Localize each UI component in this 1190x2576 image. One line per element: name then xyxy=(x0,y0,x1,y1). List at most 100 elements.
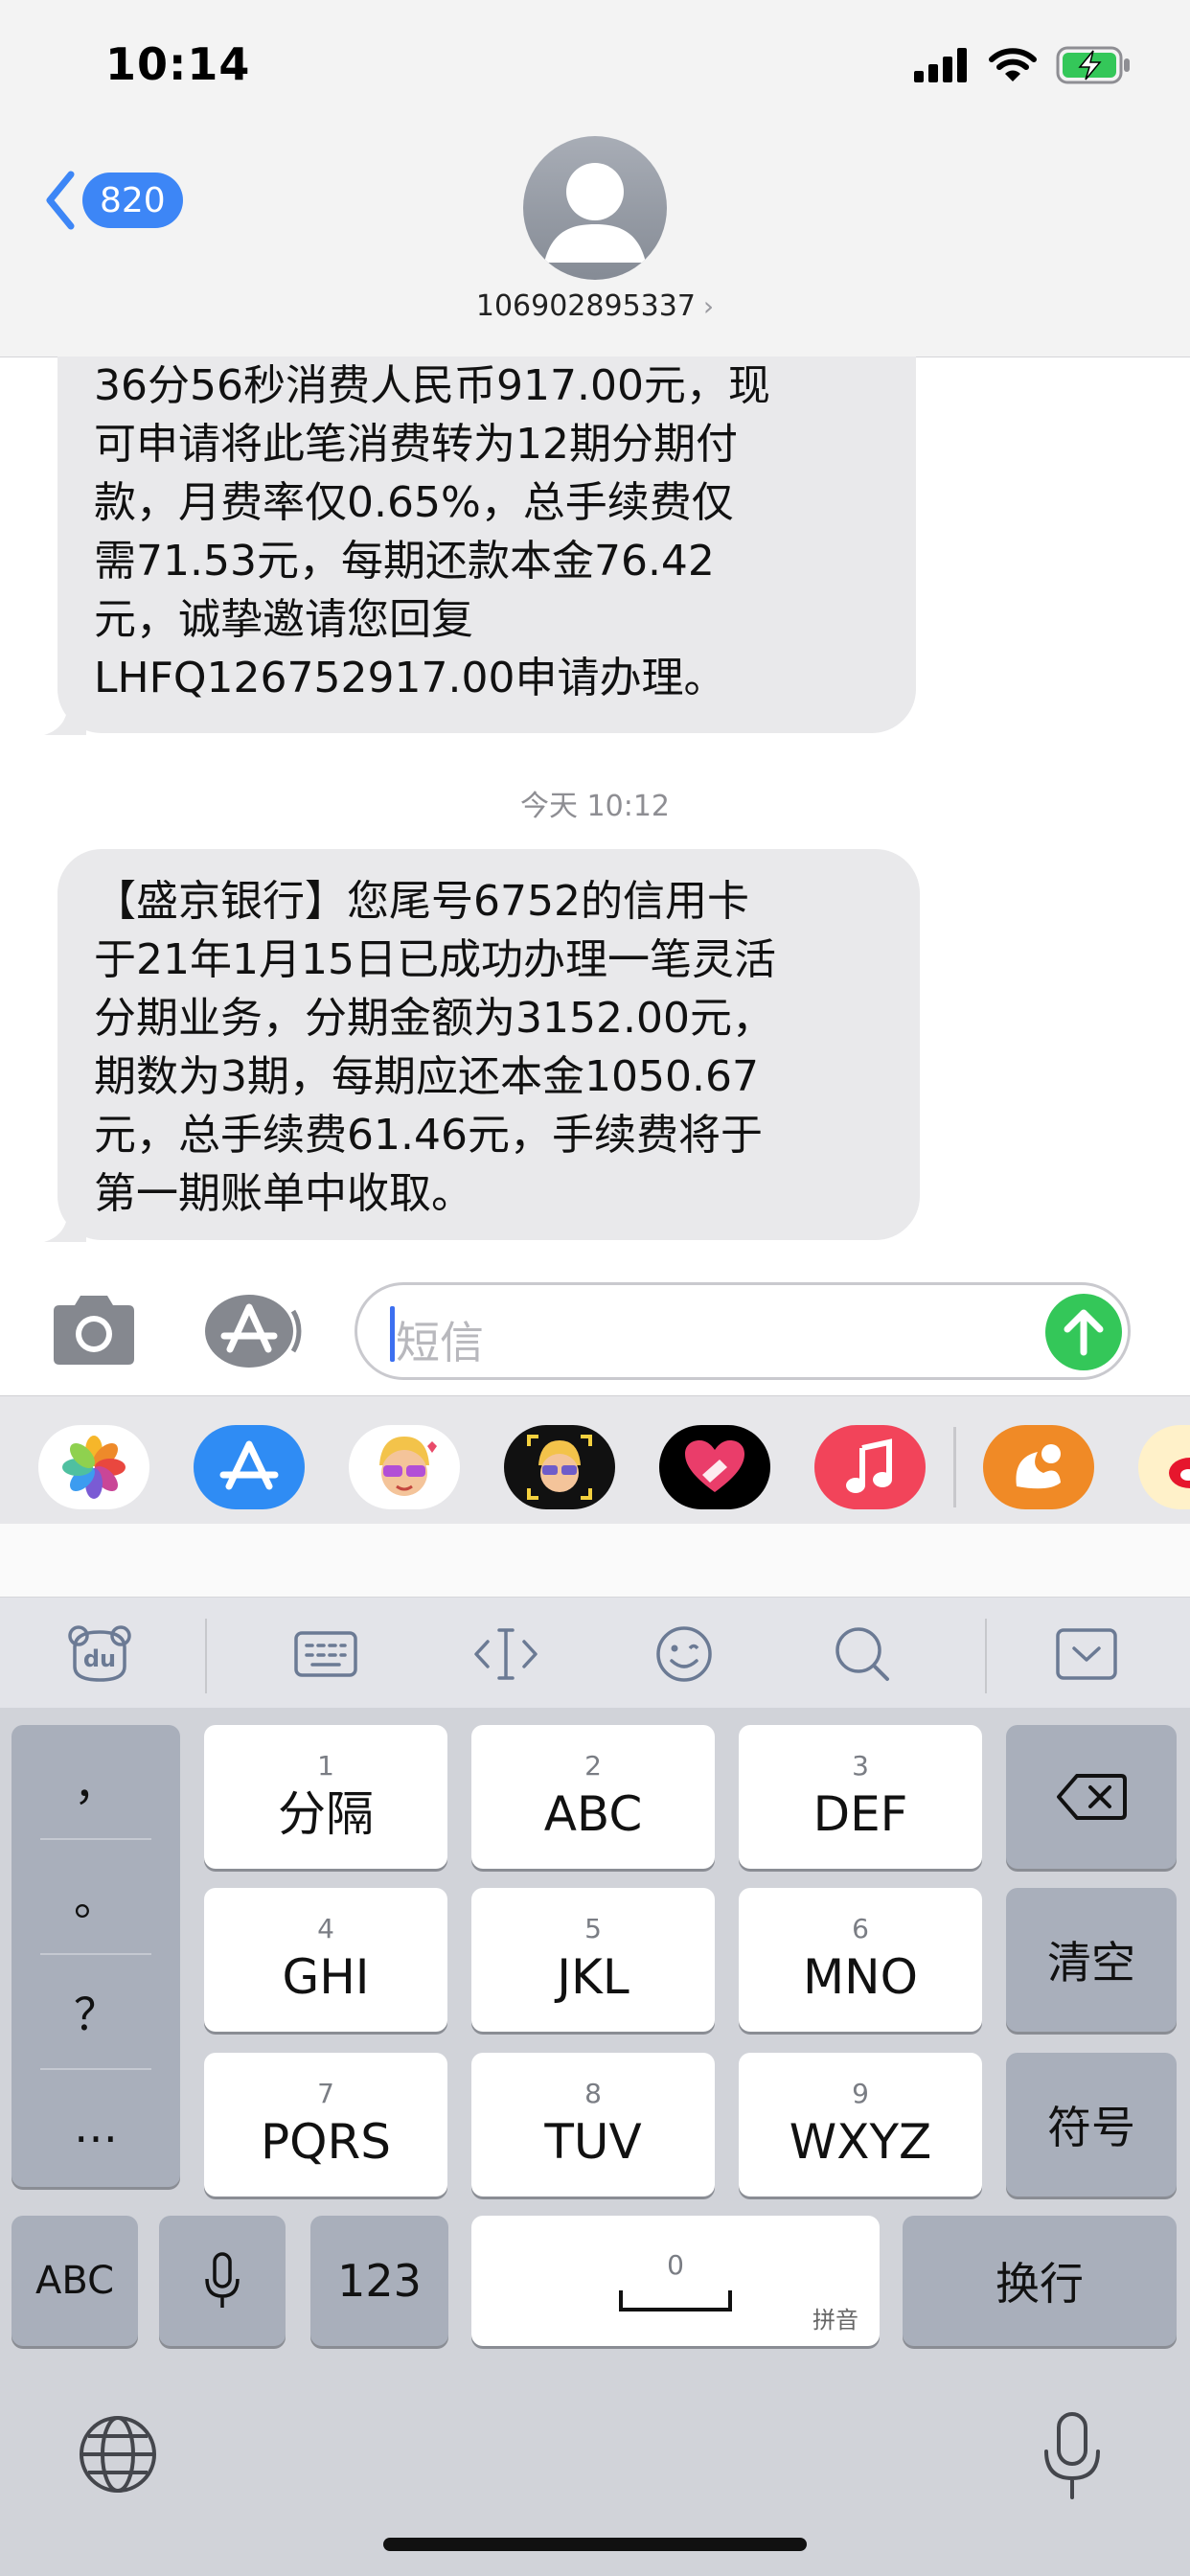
key-number: 3 xyxy=(852,1750,869,1782)
arrow-up-icon xyxy=(1064,1309,1104,1356)
send-button[interactable] xyxy=(1045,1294,1122,1370)
key-7-pqrs[interactable]: 7 PQRS xyxy=(204,2053,447,2196)
wifi-icon xyxy=(989,48,1037,81)
svg-text:du: du xyxy=(83,1645,116,1672)
message-bubble[interactable]: 【盛京银行】您尾号6752的信用卡 于21年1月15日已成功办理一笔灵活 分期业… xyxy=(44,849,920,1242)
period-key[interactable]: 。 xyxy=(11,1840,180,1953)
chevron-left-icon xyxy=(46,171,75,230)
digital-touch-icon[interactable] xyxy=(659,1425,770,1509)
key-label: MNO xyxy=(803,1949,918,2005)
back-button[interactable]: 820 xyxy=(44,171,183,230)
contact-name[interactable]: 106902895337 › xyxy=(0,289,1190,323)
memoji-camera-icon[interactable] xyxy=(504,1425,615,1509)
weibo-glyph xyxy=(1169,1458,1190,1488)
return-key[interactable]: 换行 xyxy=(903,2216,1177,2346)
globe-glyph xyxy=(80,2416,156,2493)
conversation-header: 10:14 820 106902895337 › xyxy=(0,0,1190,357)
key-label: ABC xyxy=(34,2259,115,2303)
music-app-icon[interactable] xyxy=(814,1425,926,1509)
comma-key[interactable]: ， xyxy=(11,1725,180,1838)
key-label: DEF xyxy=(812,1786,908,1842)
key-number: 2 xyxy=(584,1750,602,1782)
person-icon xyxy=(544,163,646,263)
key-label: ABC xyxy=(543,1786,643,1842)
message-line: 第一期账单中收取。 xyxy=(94,1169,473,1218)
numbers-key[interactable]: 123 xyxy=(310,2216,448,2346)
key-number: 9 xyxy=(852,2078,869,2109)
key-1-separator[interactable]: 1 分隔 xyxy=(204,1725,447,1869)
keyboard-toolbar: du xyxy=(0,1597,1190,1709)
key-5-jkl[interactable]: 5 JKL xyxy=(471,1888,715,2032)
memoji-stickers-icon[interactable] xyxy=(349,1425,460,1509)
bubble-tail xyxy=(44,693,86,735)
key-label: JKL xyxy=(557,1949,629,2005)
delete-key[interactable] xyxy=(1006,1725,1177,1869)
clear-key[interactable]: 清空 xyxy=(1006,1888,1177,2032)
key-number: 1 xyxy=(317,1750,334,1782)
key-9-wxyz[interactable]: 9 WXYZ xyxy=(739,2053,982,2196)
dictation-key[interactable] xyxy=(159,2216,286,2346)
message-line: 元，总手续费61.46元，手续费将于 xyxy=(94,1111,763,1160)
camera-icon xyxy=(54,1296,134,1365)
message-line: 可申请将此笔消费转为12期分期付 xyxy=(94,420,738,469)
abc-key[interactable]: ABC xyxy=(11,2216,138,2346)
search-icon[interactable] xyxy=(826,1621,899,1688)
message-line: 分期业务，分期金额为3152.00元， xyxy=(94,994,774,1043)
memoji-camera-face xyxy=(527,1435,592,1500)
camera-button[interactable] xyxy=(48,1292,140,1368)
key-label: PQRS xyxy=(261,2114,391,2170)
key-label: 分隔 xyxy=(278,1786,374,1842)
space-key[interactable]: 0 拼音 xyxy=(471,2216,880,2346)
key-label: 123 xyxy=(337,2255,422,2307)
chevron-right-icon: › xyxy=(702,290,715,322)
message-line: 于21年1月15日已成功办理一笔灵活 xyxy=(94,935,776,984)
battery-charging-icon xyxy=(1056,46,1130,84)
weibo-icon[interactable] xyxy=(1138,1425,1190,1509)
key-2-abc[interactable]: 2 ABC xyxy=(471,1725,715,1869)
collapse-keyboard-icon[interactable] xyxy=(1050,1621,1123,1688)
chevron-down-icon xyxy=(1056,1628,1117,1680)
key-8-tuv[interactable]: 8 TUV xyxy=(471,2053,715,2196)
key-4-ghi[interactable]: 4 GHI xyxy=(204,1888,447,2032)
du-logo-icon[interactable]: du xyxy=(63,1621,136,1688)
status-icons xyxy=(914,42,1133,88)
photos-flower xyxy=(62,1436,126,1499)
pinyin-keyboard: ， 。 ？ … 1 分隔 2 ABC 3 DEF 4 GHI 5 JKL 6 M… xyxy=(0,1708,1190,2576)
pinyin-label: 拼音 xyxy=(812,2307,858,2334)
microphone-icon[interactable] xyxy=(1041,2411,1104,2501)
keyboard-icon[interactable] xyxy=(289,1621,362,1688)
home-indicator[interactable] xyxy=(383,2538,807,2551)
ellipsis-key[interactable]: … xyxy=(11,2070,180,2183)
cursor-glyph xyxy=(474,1628,538,1680)
symbols-key[interactable]: 符号 xyxy=(1006,2053,1177,2196)
key-number: 4 xyxy=(317,1913,334,1944)
key-number: 6 xyxy=(852,1913,869,1944)
key-label: 清空 xyxy=(1047,1937,1135,1989)
message-bubble[interactable]: 36分56秒消费人民币917.00元，现 可申请将此笔消费转为12期分期付 款，… xyxy=(44,356,916,735)
message-line: 需71.53元，每期还款本金76.42 xyxy=(94,537,715,586)
magnifier-glyph xyxy=(835,1627,889,1681)
punctuation-column: ， 。 ？ … xyxy=(11,1725,180,2187)
message-input[interactable]: 短信 xyxy=(355,1282,1131,1380)
message-line: LHFQ126752917.00申请办理。 xyxy=(94,654,726,702)
cursor-move-icon[interactable] xyxy=(469,1621,542,1688)
photos-app-icon[interactable] xyxy=(38,1425,149,1509)
heart-icon xyxy=(685,1440,744,1492)
key-3-def[interactable]: 3 DEF xyxy=(739,1725,982,1869)
message-line: 款，月费率仅0.65%，总手续费仅 xyxy=(94,478,734,527)
key-number: 0 xyxy=(667,2249,684,2281)
apps-button[interactable] xyxy=(201,1292,305,1370)
emoji-icon[interactable] xyxy=(648,1621,721,1688)
uc-browser-icon[interactable] xyxy=(983,1425,1094,1509)
keyboard-glyph xyxy=(294,1631,357,1677)
question-key[interactable]: ？ xyxy=(11,1955,180,2068)
bubble-tail xyxy=(44,1200,86,1242)
contact-avatar[interactable] xyxy=(523,136,667,280)
microphone-icon xyxy=(205,2252,240,2308)
globe-icon[interactable] xyxy=(77,2413,159,2496)
toolbar-divider xyxy=(205,1619,207,1693)
memoji-face xyxy=(379,1437,437,1496)
message-line: 36分56秒消费人民币917.00元，现 xyxy=(94,361,770,410)
key-6-mno[interactable]: 6 MNO xyxy=(739,1888,982,2032)
app-store-icon[interactable] xyxy=(194,1425,305,1509)
